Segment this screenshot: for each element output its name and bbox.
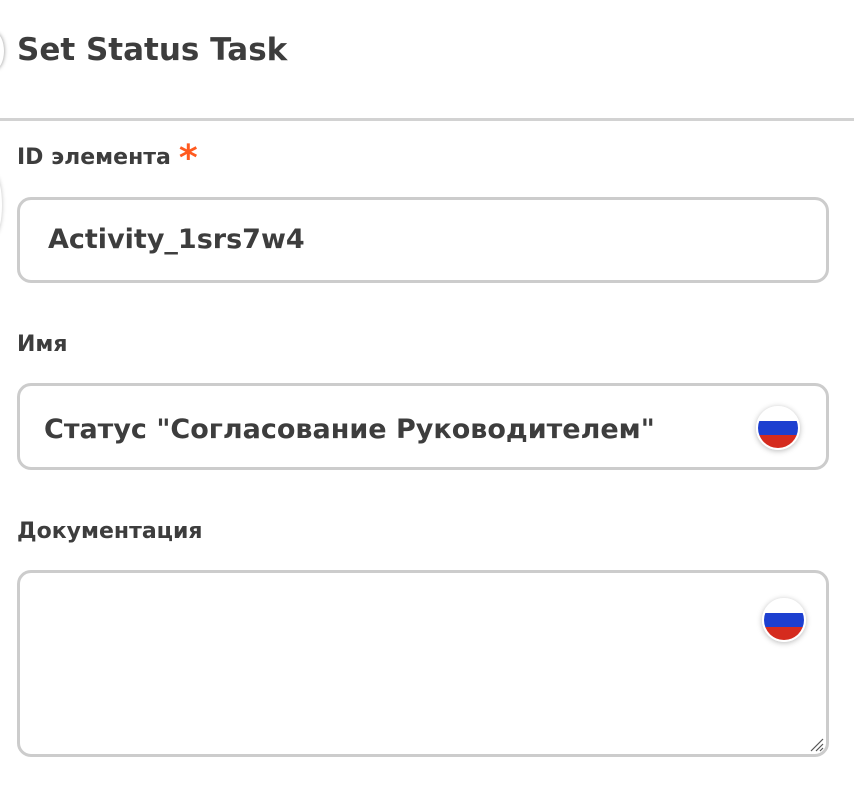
flag-stripe-red <box>764 626 804 640</box>
required-mark: * <box>178 138 198 179</box>
name-input[interactable]: Статус "Согласование Руководителем" <box>17 383 829 470</box>
element-id-label: ID элемента * <box>17 141 198 177</box>
resize-grip-icon[interactable] <box>808 736 824 752</box>
russia-flag-icon[interactable] <box>756 406 800 450</box>
flag-stripe-blue <box>764 613 804 627</box>
name-value: Статус "Согласование Руководителем" <box>44 414 655 445</box>
flag-stripe-red <box>758 434 798 448</box>
element-id-label-text: ID элемента <box>17 145 171 170</box>
panel-edge-handle[interactable] <box>0 33 4 69</box>
panel-edge-handle-secondary <box>0 175 2 235</box>
flag-stripe-white <box>758 408 798 422</box>
panel-title: Set Status Task <box>17 32 288 68</box>
name-label: Имя <box>17 332 68 357</box>
element-id-value: Activity_1srs7w4 <box>48 224 305 255</box>
element-id-input[interactable]: Activity_1srs7w4 <box>17 197 829 283</box>
header-divider <box>0 118 854 121</box>
documentation-textarea[interactable] <box>17 570 829 757</box>
russia-flag-icon[interactable] <box>762 598 806 642</box>
flag-stripe-blue <box>758 421 798 435</box>
flag-stripe-white <box>764 600 804 614</box>
documentation-label: Документация <box>17 519 203 544</box>
